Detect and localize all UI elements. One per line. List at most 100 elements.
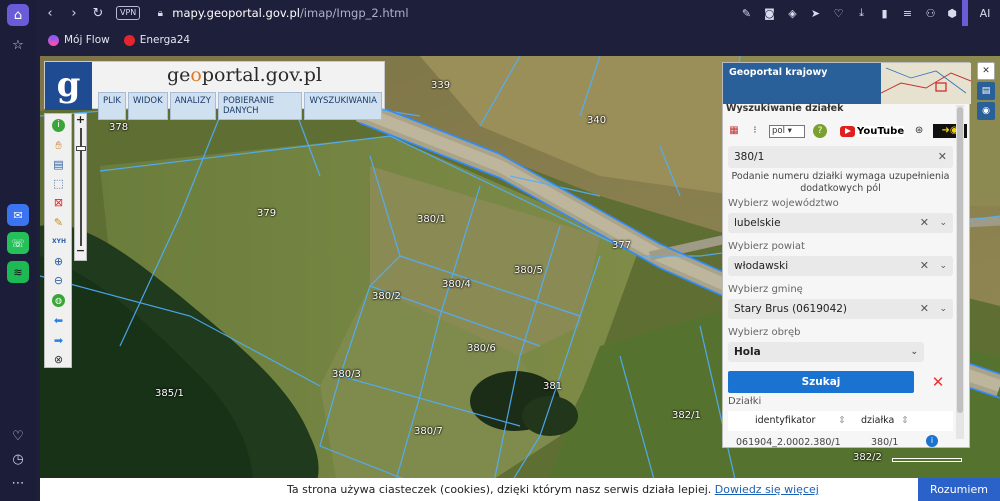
edit-icon[interactable]: ✎ xyxy=(735,7,758,20)
bookmark-energa24[interactable]: Energa24 xyxy=(123,34,191,46)
shield-icon[interactable]: ◈ xyxy=(781,7,804,20)
clear-parcel-icon[interactable]: ✕ xyxy=(938,146,947,168)
history-icon[interactable]: ◷ xyxy=(7,448,29,470)
url-host: mapy.geoportal.gov.pl xyxy=(172,6,300,20)
precinct-select[interactable]: Hola ⌄ xyxy=(728,342,924,362)
clear-search-icon[interactable]: ✕ xyxy=(928,371,948,393)
sidebar-toggle-icon[interactable]: ▮ xyxy=(873,7,896,20)
grid-icon[interactable]: ▦ xyxy=(727,124,741,138)
address-bar: ‹ › ↻ VPN 🔒︎ mapy.geoportal.gov.pl/imap/… xyxy=(36,0,1000,26)
commune-value: Stary Brus (0619042) xyxy=(734,303,848,315)
forward-icon[interactable]: › xyxy=(62,6,86,21)
help-icon[interactable]: ? xyxy=(813,124,827,138)
panel-scrollbar[interactable] xyxy=(956,105,964,439)
reload-icon[interactable]: ↻ xyxy=(86,6,110,21)
settings-icon[interactable]: ≡ xyxy=(896,7,919,20)
star-icon[interactable]: ☆ xyxy=(7,34,29,56)
clear-voivodeship-icon[interactable]: ✕ xyxy=(920,213,929,233)
menu-analizy[interactable]: ANALIZY xyxy=(169,92,216,120)
url-field[interactable]: mapy.geoportal.gov.pl/imap/Imgp_2.html xyxy=(172,6,408,20)
profile-icon[interactable]: ⚇ xyxy=(919,7,942,20)
aria-button[interactable] xyxy=(962,0,968,26)
parcel-label-340: 340 xyxy=(587,115,607,126)
whatsapp-icon[interactable]: ☏ xyxy=(7,232,29,254)
voivodeship-select[interactable]: lubelskie ✕ ⌄ xyxy=(728,213,953,233)
send-icon[interactable]: ➤ xyxy=(804,7,827,20)
delete-tool-icon[interactable]: ⊠ xyxy=(52,196,65,209)
table-row[interactable]: 061904_2.0002.380/1 380/1 i xyxy=(728,433,953,449)
precinct-label: Wybierz obręb xyxy=(728,327,801,338)
bookmark-label: Energa24 xyxy=(139,34,191,46)
vpn-badge[interactable]: VPN xyxy=(116,6,141,20)
forward-arrow-icon[interactable]: ➡ xyxy=(52,334,65,347)
parcel-label-379: 379 xyxy=(257,208,277,219)
row-info-icon[interactable]: i xyxy=(926,435,938,447)
camera-icon[interactable]: ◙ xyxy=(758,7,781,20)
cookie-accept-button[interactable]: Rozumiem xyxy=(918,478,1000,501)
commune-select[interactable]: Stary Brus (0619042) ✕ ⌄ xyxy=(728,299,953,319)
visibility-icon[interactable]: ◉ xyxy=(977,102,995,120)
zoom-handle[interactable] xyxy=(76,146,86,151)
chevron-down-icon[interactable]: ⌄ xyxy=(939,256,947,276)
info-tool-icon[interactable]: i xyxy=(52,119,65,132)
col-parcel[interactable]: działka xyxy=(861,415,894,426)
menu-plik[interactable]: PLIK xyxy=(98,92,126,120)
scrollbar-thumb[interactable] xyxy=(957,107,963,413)
zoom-in-icon[interactable]: ⊕ xyxy=(52,255,65,268)
dots-icon[interactable]: ⁝ xyxy=(748,124,762,138)
sort-icon[interactable]: ⇕ xyxy=(901,415,909,426)
spotify-icon[interactable]: ≋ xyxy=(7,261,29,283)
more-icon[interactable]: ⋯ xyxy=(7,472,29,494)
pan-hand-icon[interactable]: ✋︎ xyxy=(52,139,65,152)
col-identifier[interactable]: identyfikator xyxy=(755,415,815,426)
language-select[interactable]: pol ▾ xyxy=(769,124,805,138)
home-icon[interactable]: ⌂ xyxy=(7,4,29,26)
parcel-info-text: Podanie numeru działki wymaga uzupełnien… xyxy=(731,171,950,194)
close-panel-icon[interactable]: ✕ xyxy=(977,62,995,80)
clear-commune-icon[interactable]: ✕ xyxy=(920,299,929,319)
pencil-icon[interactable]: ✎ xyxy=(52,216,65,229)
chevron-down-icon[interactable]: ⌄ xyxy=(910,342,918,362)
overview-minimap[interactable] xyxy=(881,63,971,104)
layers-icon[interactable]: ▤ xyxy=(52,158,65,171)
menu-widok[interactable]: WIDOK xyxy=(127,92,168,120)
ai-button[interactable]: AI xyxy=(970,7,1000,20)
favorite-icon[interactable]: ♡ xyxy=(827,7,850,20)
download-icon[interactable]: ⤓ xyxy=(850,6,873,20)
accessibility-icon[interactable]: ⊛ xyxy=(912,124,926,138)
menu-pobieranie-danych[interactable]: POBIERANIE DANYCH xyxy=(217,92,303,120)
cookie-learn-more-link[interactable]: Dowiedz się więcej xyxy=(715,483,819,496)
search-button[interactable]: Szukaj xyxy=(728,371,914,393)
zoom-plus-button[interactable]: + xyxy=(75,113,86,126)
sort-icon[interactable]: ⇕ xyxy=(838,415,846,426)
select-tool-icon[interactable]: ⬚ xyxy=(52,177,65,190)
chevron-down-icon[interactable]: ⌄ xyxy=(939,213,947,233)
commune-label: Wybierz gminę xyxy=(728,284,803,295)
zoom-minus-button[interactable]: − xyxy=(75,244,86,257)
bookmark-moj-flow[interactable]: Mój Flow xyxy=(48,34,110,46)
heart-icon[interactable]: ♡ xyxy=(7,425,29,447)
url-path: /imap/Imgp_2.html xyxy=(299,6,409,20)
chevron-down-icon[interactable]: ⌄ xyxy=(939,299,947,319)
messenger-icon[interactable]: ✉ xyxy=(7,204,29,226)
back-icon[interactable]: ‹ xyxy=(38,6,62,21)
county-select[interactable]: włodawski ✕ ⌄ xyxy=(728,256,953,276)
back-arrow-icon[interactable]: ⬅ xyxy=(52,314,65,327)
youtube-link[interactable]: YouTube xyxy=(840,125,905,137)
parcel-number-input[interactable]: 380/1 ✕ xyxy=(728,146,953,168)
menu-wyszukiwania[interactable]: WYSZUKIWANIA xyxy=(304,92,382,120)
crosshair-icon[interactable]: ⊗ xyxy=(52,353,65,366)
clear-county-icon[interactable]: ✕ xyxy=(920,256,929,276)
geoportal-logo[interactable]: g xyxy=(45,62,92,110)
layers-panel-icon[interactable]: ▤ xyxy=(977,82,995,100)
panel-icon-row: ▦ ⁝ pol ▾ ? YouTube ⊛ ➜◉ xyxy=(727,121,970,141)
extension-icon[interactable]: ⬢ xyxy=(942,7,962,20)
parcel-label-385-1: 385/1 xyxy=(155,388,184,399)
bookmarks-bar: Mój Flow Energa24 xyxy=(36,26,1000,54)
xyh-tool[interactable]: XYH xyxy=(52,235,66,248)
map-viewport[interactable]: 339 378 340 379 380/1 377 380/5 380/4 38… xyxy=(40,56,1000,501)
energa-icon xyxy=(123,34,135,46)
logo-text-post: portal.gov.pl xyxy=(201,64,322,86)
zoom-out-icon[interactable]: ⊖ xyxy=(52,274,65,287)
globe-icon[interactable]: ◍ xyxy=(52,294,65,307)
